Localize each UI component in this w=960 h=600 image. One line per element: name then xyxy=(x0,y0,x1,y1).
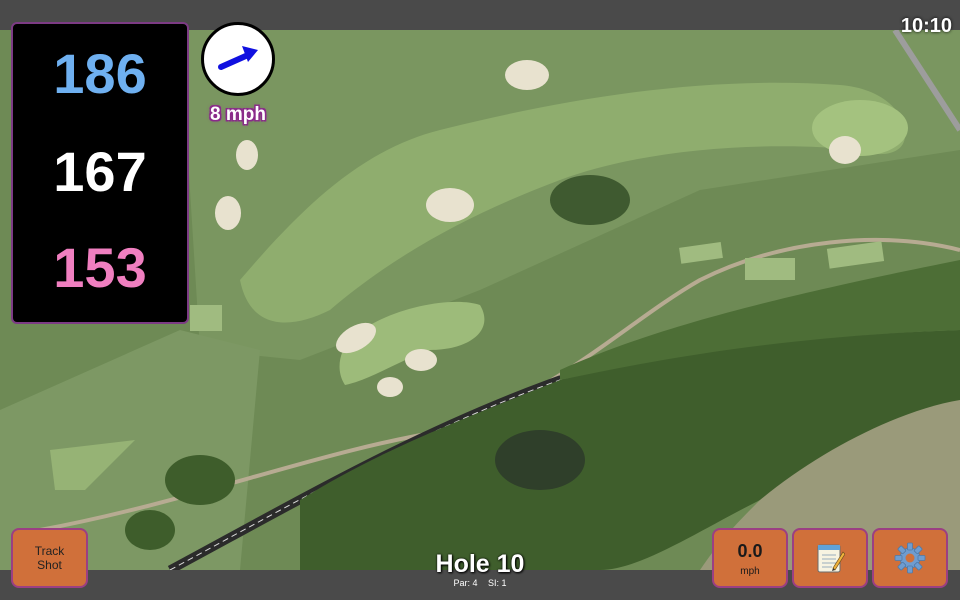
speed-button[interactable]: 0.0 mph xyxy=(712,528,788,588)
track-shot-button[interactable]: Track Shot xyxy=(11,528,88,588)
middle-distance: 167 xyxy=(53,140,147,203)
wind-indicator xyxy=(201,22,275,96)
hole-stroke-index: SI: 1 xyxy=(488,578,507,588)
gear-icon xyxy=(894,542,926,574)
track-shot-label-line2: Shot xyxy=(37,558,62,572)
notes-button[interactable] xyxy=(792,528,868,588)
hole-info: Par: 4 SI: 1 xyxy=(380,578,580,588)
track-shot-label-line1: Track xyxy=(34,544,65,558)
back-distance: 186 xyxy=(53,42,147,105)
speed-value: 0.0 xyxy=(737,540,763,561)
hole-par: Par: 4 xyxy=(453,578,478,588)
speed-unit: mph xyxy=(740,565,760,577)
clock-time: 10:10 xyxy=(900,15,952,37)
hole-title: Hole 10 xyxy=(435,550,525,578)
wind-speed: 8 mph xyxy=(210,104,266,125)
settings-button[interactable] xyxy=(872,528,948,588)
distance-panel: 186 167 153 xyxy=(11,22,189,324)
arrow-right-up-icon xyxy=(218,46,258,70)
front-distance: 153 xyxy=(53,236,147,299)
notepad-icon xyxy=(817,544,845,573)
